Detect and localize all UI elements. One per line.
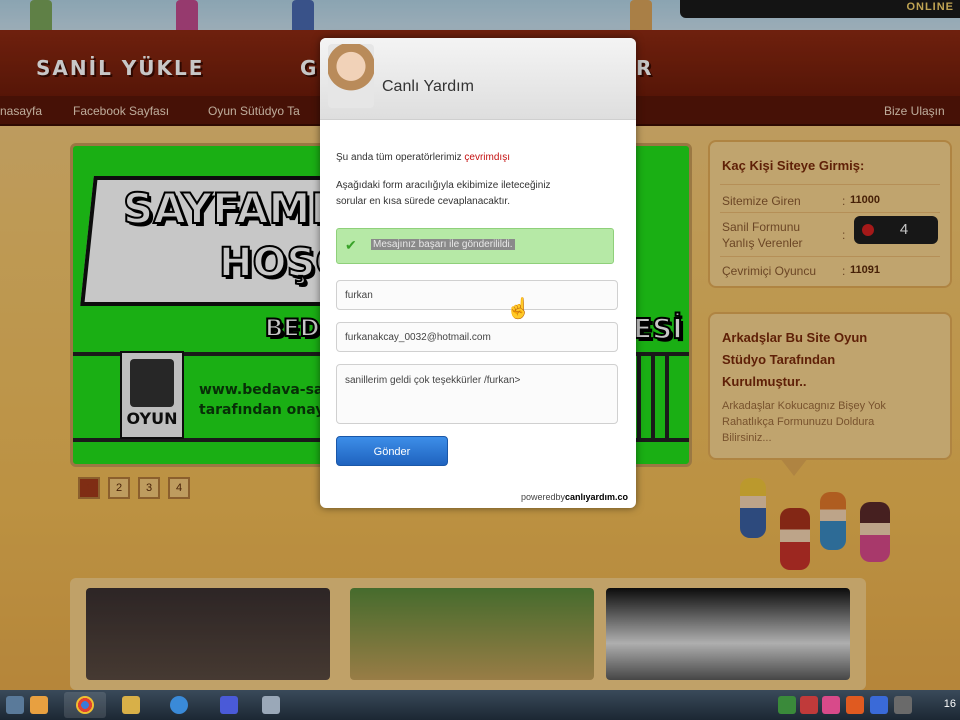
status-offline: çevrimdışı bbox=[464, 152, 510, 163]
tray-icon[interactable] bbox=[870, 696, 888, 714]
operator-avatar bbox=[328, 44, 374, 108]
powered-brand: canlıyardım.co bbox=[564, 492, 628, 502]
tray-icon[interactable] bbox=[778, 696, 796, 714]
start-icon[interactable] bbox=[6, 696, 24, 714]
email-input[interactable]: furkanakcay_0032@hotmail.com bbox=[336, 322, 618, 352]
description-line-2: sorular en kısa sürede cevaplanacaktır. bbox=[336, 196, 510, 207]
powered-prefix: poweredby bbox=[520, 492, 565, 502]
chrome-icon bbox=[76, 696, 94, 714]
success-message: Mesajınız başarı ile gönderilildi. bbox=[371, 239, 515, 250]
tray-icon[interactable] bbox=[822, 696, 840, 714]
tray-icon[interactable] bbox=[800, 696, 818, 714]
tray-icon[interactable] bbox=[846, 696, 864, 714]
live-help-modal: Canlı Yardım Şu anda tüm operatörlerimiz… bbox=[320, 38, 636, 508]
window-icon[interactable] bbox=[262, 696, 280, 714]
message-textarea[interactable]: sanillerim geldi çok teşekkürler /furkan… bbox=[336, 364, 618, 424]
status-line: Şu anda tüm operatörlerimiz çevrimdışı bbox=[336, 150, 510, 166]
success-alert: ✔ Mesajınız başarı ile gönderilildi. bbox=[336, 228, 614, 264]
media-icon[interactable] bbox=[220, 696, 238, 714]
app-icon[interactable] bbox=[30, 696, 48, 714]
name-input[interactable]: furkan bbox=[336, 280, 618, 310]
modal-title: Canlı Yardım bbox=[382, 78, 474, 95]
description-line-1: Aşağıdaki form aracılığıyla ekibimize il… bbox=[336, 180, 551, 191]
ie-icon[interactable] bbox=[170, 696, 188, 714]
status-prefix: Şu anda tüm operatörlerimiz bbox=[336, 152, 462, 163]
send-button[interactable]: Gönder bbox=[336, 436, 448, 466]
powered-by[interactable]: poweredbycanlıyardım.co bbox=[521, 492, 628, 502]
taskbar-clock[interactable]: 16 bbox=[944, 698, 956, 710]
os-taskbar: 16 bbox=[0, 690, 960, 720]
modal-header: Canlı Yardım bbox=[320, 38, 636, 120]
check-icon: ✔ bbox=[345, 237, 357, 253]
folder-icon[interactable] bbox=[122, 696, 140, 714]
mouse-cursor-icon: ☝ bbox=[506, 298, 531, 320]
tray-icon[interactable] bbox=[894, 696, 912, 714]
